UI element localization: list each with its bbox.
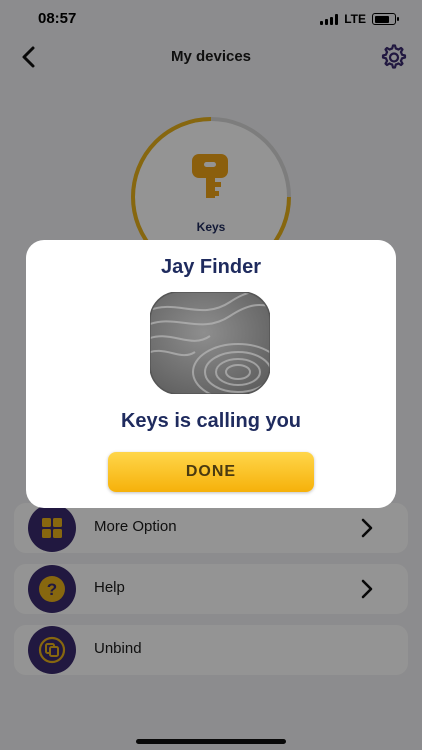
done-button[interactable]: DONE [108, 452, 314, 492]
alert-dialog: Jay Finder Keys is calling you DONE [26, 240, 396, 508]
tracker-tag-image [150, 292, 270, 394]
dialog-message: Keys is calling you [120, 410, 302, 432]
dialog-title: Jay Finder [160, 256, 262, 278]
